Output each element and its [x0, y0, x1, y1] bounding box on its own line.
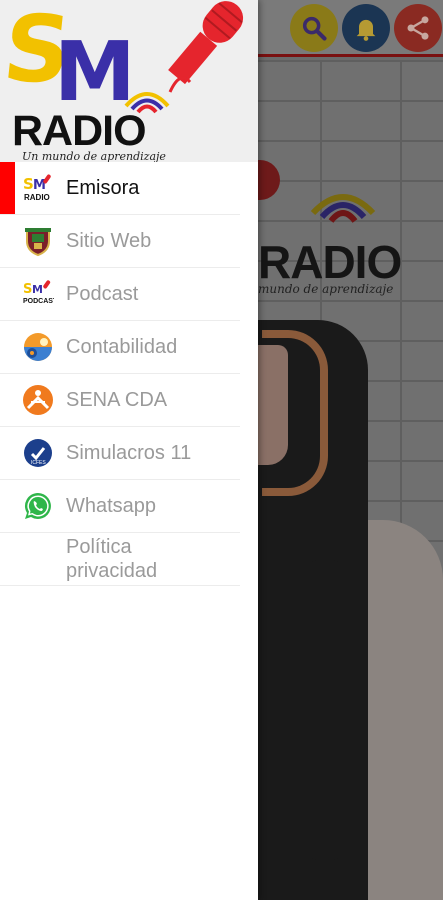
share-icon [407, 16, 429, 40]
menu-item-label: Emisora [66, 177, 140, 199]
simulacros-badge-icon: ICFES [22, 437, 54, 469]
menu-item-simulacros-11[interactable]: ICFES Simulacros 11 [0, 427, 240, 480]
navigation-drawer: S M RADIO Un mundo de aprendizaje S M RADI… [0, 0, 258, 900]
svg-text:S: S [23, 282, 32, 297]
menu-item-label: Podcast [66, 283, 139, 305]
accounting-gear-icon [22, 331, 54, 363]
smradio-logo-icon: S M RADIO [22, 172, 54, 204]
logo-word: RADIO [12, 107, 147, 155]
menu-item-sitio-web[interactable]: Sitio Web [0, 215, 240, 268]
menu-item-podcast[interactable]: S M PODCAST Podcast [0, 268, 240, 321]
svg-text:RADIO: RADIO [24, 193, 50, 202]
menu-item-label: Whatsapp [66, 495, 157, 517]
menu-item-label: SENA CDA [66, 389, 168, 411]
share-button[interactable] [394, 4, 442, 52]
drawer-header-logo: S M RADIO Un mundo de aprendizaje [0, 0, 258, 162]
menu-item-label: Simulacros 11 [66, 442, 192, 464]
svg-text:M: M [32, 283, 43, 296]
radio-waves-icon [310, 194, 376, 223]
podcast-logo-icon: S M PODCAST [22, 278, 54, 310]
svg-text:PODCAST: PODCAST [23, 298, 54, 305]
menu-item-label: Contabilidad [66, 336, 178, 358]
notifications-button[interactable] [342, 4, 390, 52]
menu-item-whatsapp[interactable]: Whatsapp [0, 480, 240, 533]
background-logo-word: RADIO [258, 236, 402, 288]
menu-item-contabilidad[interactable]: Contabilidad [0, 321, 240, 374]
drawer-menu: S M RADIO Emisora Sitio Web S M PODCAST Podc… [0, 162, 258, 586]
menu-item-label: Sitio Web [66, 230, 152, 252]
svg-text:ICFES: ICFES [31, 460, 46, 466]
logo-tagline: Un mundo de aprendizaje [22, 150, 166, 162]
search-button[interactable] [290, 4, 338, 52]
whatsapp-icon [22, 490, 54, 522]
menu-item-politica-privacidad[interactable]: Política privacidad [0, 533, 240, 586]
school-shield-icon [22, 225, 54, 257]
background-logo-tagline: mundo de aprendizaje [258, 282, 394, 296]
menu-item-emisora[interactable]: S M RADIO Emisora [0, 162, 240, 215]
sena-logo-icon [22, 384, 54, 416]
photo-headphones [262, 330, 328, 496]
search-icon [302, 16, 327, 41]
active-indicator [0, 162, 15, 214]
microphone-icon [168, 1, 244, 93]
top-bar-underline [258, 54, 443, 57]
background-logo: RADIO mundo de aprendizaje [258, 185, 443, 296]
bell-icon [356, 19, 376, 41]
empty-icon-slot [22, 543, 54, 575]
menu-item-sena-cda[interactable]: SENA CDA [0, 374, 240, 427]
photo-hair-strand [300, 560, 350, 860]
menu-item-label: Política privacidad [66, 536, 158, 582]
